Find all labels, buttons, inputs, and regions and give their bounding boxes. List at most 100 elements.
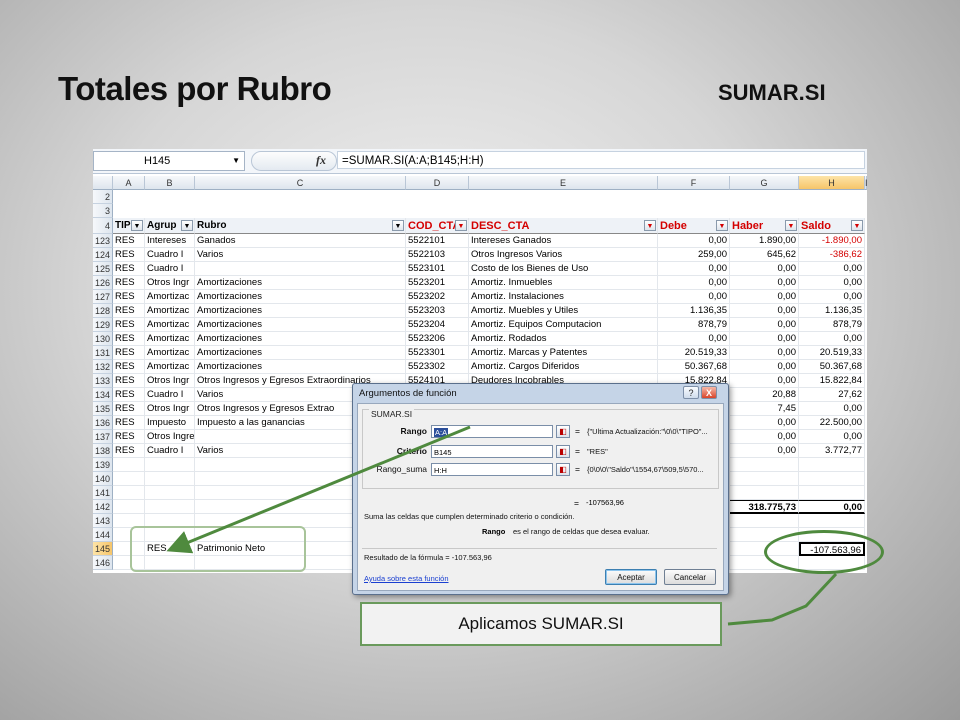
cell-b[interactable] [145, 472, 195, 486]
cell-g[interactable] [730, 486, 799, 500]
cell-e[interactable]: Intereses Ganados [469, 234, 658, 248]
row-header[interactable]: 132 [93, 360, 113, 374]
cell-b[interactable]: Cuadro I [145, 444, 195, 458]
cell-b[interactable]: Amortizac [145, 360, 195, 374]
help-link[interactable]: Ayuda sobre esta función [364, 574, 449, 583]
cell-h[interactable]: 15.822,84 [799, 374, 865, 388]
cell-h[interactable] [799, 514, 865, 528]
formula-input[interactable]: =SUMAR.SI(A:A;B145;H:H) [337, 151, 865, 169]
row-header[interactable]: 135 [93, 402, 113, 416]
cell-h[interactable] [799, 486, 865, 500]
cell-a[interactable] [113, 486, 145, 500]
row-header[interactable]: 4 [93, 218, 113, 234]
rango-input[interactable]: A:A [431, 425, 553, 438]
row-header[interactable]: 127 [93, 290, 113, 304]
row-header[interactable]: 124 [93, 248, 113, 262]
table-header-cell[interactable]: COD_CTA ▼ [406, 218, 469, 234]
cell-a[interactable]: RES [113, 262, 145, 276]
cell-a[interactable]: RES [113, 290, 145, 304]
table-header-cell[interactable]: Rubro ▼ [195, 218, 406, 234]
cell-b[interactable] [145, 458, 195, 472]
cell-g[interactable]: 20,88 [730, 388, 799, 402]
cell-e[interactable]: Amortiz. Inmuebles [469, 276, 658, 290]
table-header-cell[interactable]: Saldo ▼ [799, 218, 865, 234]
row-header[interactable]: 126 [93, 276, 113, 290]
row-header[interactable]: 139 [93, 458, 113, 472]
cell-g[interactable]: 0,00 [730, 290, 799, 304]
cell-d[interactable]: 5522101 [406, 234, 469, 248]
cell-b[interactable] [145, 500, 195, 514]
cell-a[interactable]: RES [113, 318, 145, 332]
cell-h[interactable] [799, 472, 865, 486]
cell-c[interactable] [195, 262, 406, 276]
cell-c[interactable]: Amortizaciones [195, 346, 406, 360]
cell-d[interactable]: 5523204 [406, 318, 469, 332]
collapse-dialog-icon[interactable]: ◧ [556, 463, 570, 476]
cell-g[interactable]: 0,00 [730, 360, 799, 374]
cell-c[interactable]: Amortizaciones [195, 360, 406, 374]
column-header-f[interactable]: F [658, 176, 730, 190]
name-box[interactable]: H145 ▼ [93, 151, 245, 171]
accept-button[interactable]: Aceptar [605, 569, 657, 585]
cell-c[interactable]: Amortizaciones [195, 332, 406, 346]
cell-g[interactable]: 0,00 [730, 332, 799, 346]
cell-g[interactable]: 645,62 [730, 248, 799, 262]
cell-b[interactable]: Amortizac [145, 290, 195, 304]
row-header[interactable]: 136 [93, 416, 113, 430]
row-header[interactable]: 133 [93, 374, 113, 388]
cell-e[interactable]: Amortiz. Marcas y Patentes [469, 346, 658, 360]
criterio-input[interactable]: B145 [431, 445, 553, 458]
cell-a[interactable]: RES [113, 276, 145, 290]
column-header-e[interactable]: E [469, 176, 658, 190]
cell-f[interactable]: 259,00 [658, 248, 730, 262]
cell-c[interactable]: Amortizaciones [195, 290, 406, 304]
insert-function-button[interactable]: fx [251, 151, 337, 171]
cell-f[interactable]: 0,00 [658, 262, 730, 276]
row-header[interactable]: 138 [93, 444, 113, 458]
cell-b[interactable]: Otros Ingr [145, 276, 195, 290]
cell-h[interactable]: 3.772,77 [799, 444, 865, 458]
cell-b[interactable] [145, 486, 195, 500]
column-header-i[interactable]: I [865, 176, 867, 190]
filter-dropdown-icon[interactable]: ▼ [181, 220, 193, 231]
row-header[interactable]: 129 [93, 318, 113, 332]
cell-c[interactable]: Amortizaciones [195, 304, 406, 318]
cell-a[interactable]: RES [113, 374, 145, 388]
cell-e[interactable]: Amortiz. Cargos Diferidos [469, 360, 658, 374]
cell-a[interactable] [113, 458, 145, 472]
cell-e[interactable]: Amortiz. Muebles y Utiles [469, 304, 658, 318]
cell-f[interactable]: 878,79 [658, 318, 730, 332]
cell-a[interactable]: RES [113, 332, 145, 346]
filter-dropdown-icon[interactable]: ▼ [785, 220, 797, 231]
cell-a[interactable]: RES [113, 444, 145, 458]
rango-suma-input[interactable]: H:H [431, 463, 553, 476]
cell-b[interactable]: Cuadro I [145, 388, 195, 402]
cell-a[interactable]: RES [113, 430, 145, 444]
column-header-g[interactable]: G [730, 176, 799, 190]
cell-a[interactable]: RES [113, 416, 145, 430]
column-header-c[interactable]: C [195, 176, 406, 190]
cell-a[interactable]: RES [113, 304, 145, 318]
cell-f[interactable]: 0,00 [658, 332, 730, 346]
cell-f[interactable]: 0,00 [658, 234, 730, 248]
cell-b[interactable]: Intereses [145, 234, 195, 248]
cell-b[interactable]: Amortizac [145, 318, 195, 332]
table-header-cell[interactable]: TIP ▼ [113, 218, 145, 234]
cell-f[interactable]: 50.367,68 [658, 360, 730, 374]
cell-f[interactable]: 0,00 [658, 276, 730, 290]
row-header[interactable]: 128 [93, 304, 113, 318]
cell-g[interactable]: 1.890,00 [730, 234, 799, 248]
cell-b[interactable]: Amortizac [145, 304, 195, 318]
cell-c[interactable]: Amortizaciones [195, 318, 406, 332]
row-header[interactable]: 2 [93, 190, 113, 204]
help-button[interactable]: ? [683, 386, 699, 399]
cell-d[interactable]: 5522103 [406, 248, 469, 262]
cell-e[interactable]: Amortiz. Equipos Computacion [469, 318, 658, 332]
cell-h[interactable]: 878,79 [799, 318, 865, 332]
row-header[interactable]: 140 [93, 472, 113, 486]
cancel-button[interactable]: Cancelar [664, 569, 716, 585]
cell-h[interactable]: 0,00 [799, 332, 865, 346]
cell-f[interactable]: 1.136,35 [658, 304, 730, 318]
cell-e[interactable]: Otros Ingresos Varios [469, 248, 658, 262]
cell-h[interactable]: 0,00 [799, 500, 865, 514]
